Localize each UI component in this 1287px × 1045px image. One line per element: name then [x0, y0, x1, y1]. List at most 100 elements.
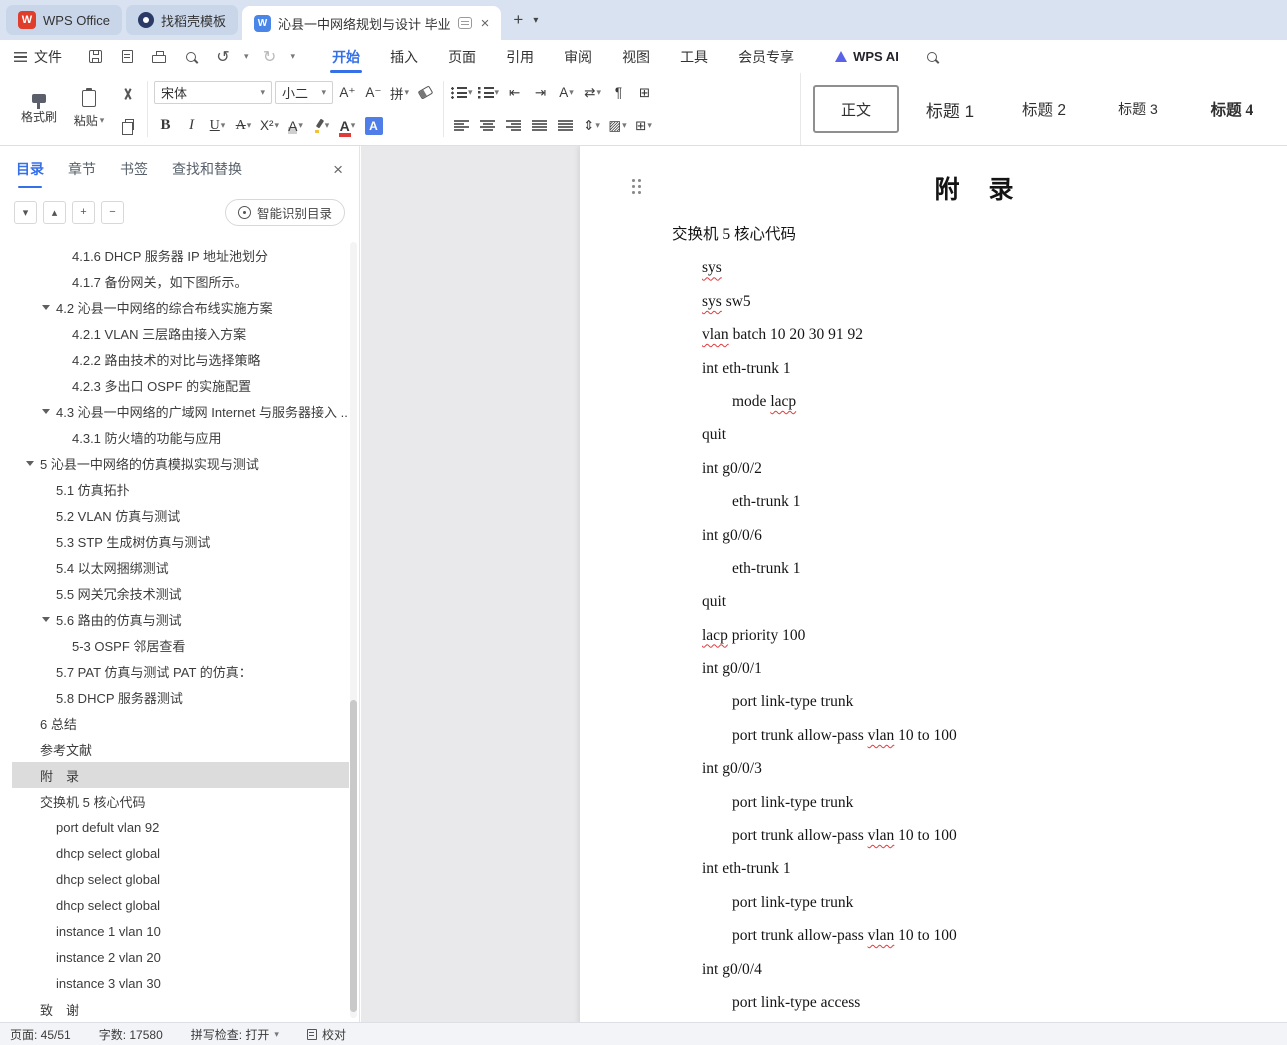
search-button[interactable] [921, 46, 943, 68]
doc-line[interactable]: quit [580, 585, 1287, 618]
style-heading-4[interactable]: 标题 4 [1189, 85, 1275, 133]
doc-line[interactable]: int g0/0/2 [580, 452, 1287, 485]
doc-line[interactable]: mode lacp [580, 385, 1287, 418]
save-button[interactable] [84, 46, 106, 68]
doc-line[interactable]: eth-trunk 1 [580, 485, 1287, 518]
toc-expand-arrow-icon[interactable] [42, 616, 56, 622]
toc-item[interactable]: 4.1.6 DHCP 服务器 IP 地址池划分 [12, 242, 349, 268]
menu-tab-reference[interactable]: 引用 [491, 40, 549, 73]
style-normal[interactable]: 正文 [813, 85, 899, 133]
toc-item[interactable]: 4.2 沁县一中网络的综合布线实施方案 [12, 294, 349, 320]
doc-line[interactable]: sys sw5 [580, 285, 1287, 318]
doc-line[interactable]: port trunk allow-pass vlan 10 to 100 [580, 919, 1287, 952]
highlight-pen-button[interactable]: ▾ [310, 114, 333, 138]
toc-item[interactable]: instance 2 vlan 20 [12, 944, 349, 970]
toc-item[interactable]: 5.2 VLAN 仿真与测试 [12, 502, 349, 528]
toc-item[interactable]: 4.2.3 多出口 OSPF 的实施配置 [12, 372, 349, 398]
align-right-button[interactable] [502, 114, 525, 138]
undo-button[interactable]: ↺ [212, 46, 234, 68]
toc-expand-arrow-icon[interactable] [42, 304, 56, 310]
numbered-list-button[interactable]: ▾ [477, 81, 501, 105]
doc-line[interactable]: quit [580, 418, 1287, 451]
toc-item[interactable]: 5.3 STP 生成树仿真与测试 [12, 528, 349, 554]
toc-item[interactable]: dhcp select global [12, 866, 349, 892]
sidebar-tab-catalog[interactable]: 目录 [16, 155, 44, 188]
doc-line[interactable]: int eth-trunk 1 [580, 352, 1287, 385]
underline-button[interactable]: U ▾ [206, 114, 229, 138]
toc-item[interactable]: dhcp select global [12, 840, 349, 866]
toc-item[interactable]: 附 录 [12, 762, 349, 788]
doc-line[interactable]: port trunk allow-pass vlan 10 to 100 [580, 719, 1287, 752]
toc-item[interactable]: 5 沁县一中网络的仿真模拟实现与测试 [12, 450, 349, 476]
align-justify-button[interactable] [528, 114, 551, 138]
char-shading-button[interactable]: A ▾ [284, 114, 307, 138]
doc-line[interactable]: port link-type access [580, 986, 1287, 1019]
shading-button[interactable]: ▨ ▾ [606, 114, 629, 138]
document-heading[interactable]: 附 录 [580, 170, 1287, 206]
menu-tab-home[interactable]: 开始 [317, 40, 375, 73]
menu-tab-view[interactable]: 视图 [607, 40, 665, 73]
toc-item[interactable]: 4.2.2 路由技术的对比与选择策略 [12, 346, 349, 372]
menu-tab-insert[interactable]: 插入 [375, 40, 433, 73]
show-marks-button[interactable]: ¶ [607, 81, 630, 105]
toc-item[interactable]: dhcp select global [12, 892, 349, 918]
font-color-button[interactable]: A ▾ [336, 114, 359, 138]
export-button[interactable] [116, 46, 138, 68]
menu-tab-page-layout[interactable]: 页面 [433, 40, 491, 73]
menu-tab-review[interactable]: 审阅 [549, 40, 607, 73]
borders-button[interactable]: ⊞ ▾ [632, 114, 655, 138]
menu-tab-tools[interactable]: 工具 [665, 40, 723, 73]
pinyin-tool-button[interactable]: 拼 ▾ [388, 81, 411, 105]
toc-item[interactable]: 5.6 路由的仿真与测试 [12, 606, 349, 632]
superscript-button[interactable]: X² ▾ [258, 114, 281, 138]
doc-line[interactable]: port link-type trunk [580, 886, 1287, 919]
doc-line[interactable]: eth-trunk 1 [580, 552, 1287, 585]
style-heading-1[interactable]: 标题 1 [907, 85, 993, 133]
toc-item[interactable]: 参考文献 [12, 736, 349, 762]
zoom-in-button[interactable]: + [72, 200, 95, 224]
smart-toc-button[interactable]: 智能识别目录 [224, 198, 345, 226]
sidebar-tab-bookmark[interactable]: 书签 [120, 155, 148, 183]
sidebar-tab-find-replace[interactable]: 查找和替换 [172, 155, 242, 183]
paste-button[interactable]: 粘贴 ▾ [66, 87, 112, 129]
wps-ai-button[interactable]: WPS AI [835, 49, 899, 64]
text-effect-button[interactable]: A ▾ [555, 81, 578, 105]
toc-item[interactable]: 5.7 PAT 仿真与测试 PAT 的仿真： [12, 658, 349, 684]
tab-docer-template[interactable]: 找稻壳模板 [125, 5, 238, 35]
print-preview-button[interactable] [180, 46, 202, 68]
toc-item[interactable]: 4.1.7 备份网关，如下图所示。 [12, 268, 349, 294]
redo-button[interactable]: ↻ [259, 46, 281, 68]
font-size-select[interactable]: 小二 ▾ [275, 81, 333, 104]
toc-expand-arrow-icon[interactable] [42, 408, 56, 414]
doc-line[interactable]: int g0/0/3 [580, 752, 1287, 785]
toc-item[interactable]: 5.5 网关冗余技术测试 [12, 580, 349, 606]
cut-button[interactable] [116, 82, 139, 106]
font-name-select[interactable]: 宋体 ▾ [154, 81, 272, 104]
toc-item[interactable]: 4.2.1 VLAN 三层路由接入方案 [12, 320, 349, 346]
char-highlight-button[interactable]: A [362, 114, 385, 138]
toc-item[interactable]: 4.3.1 防火墙的功能与应用 [12, 424, 349, 450]
tab-wps-home[interactable]: W WPS Office [6, 5, 122, 35]
spellcheck-toggle[interactable]: 拼写检查: 打开 ▾ [191, 1026, 279, 1043]
tab-document[interactable]: W 沁县一中网络规划与设计 毕业 × [241, 6, 502, 40]
menu-tab-membership[interactable]: 会员专享 [723, 40, 809, 73]
toc-item[interactable]: 5.4 以太网捆绑测试 [12, 554, 349, 580]
cjk-layout-button[interactable]: ⇄ ▾ [581, 81, 604, 105]
align-distribute-button[interactable] [554, 114, 577, 138]
toc-item[interactable]: 5.1 仿真拓扑 [12, 476, 349, 502]
bullet-list-button[interactable]: ▾ [450, 81, 474, 105]
toc-item[interactable]: 5.8 DHCP 服务器测试 [12, 684, 349, 710]
toc-item[interactable]: instance 3 vlan 30 [12, 970, 349, 996]
format-painter-button[interactable]: 格式刷 [16, 93, 62, 125]
doc-line[interactable]: port link-type trunk [580, 685, 1287, 718]
undo-dropdown[interactable]: ▾ [244, 52, 249, 61]
doc-line[interactable]: int eth-trunk 1 [580, 852, 1287, 885]
proofread-button[interactable]: 校对 [306, 1026, 346, 1043]
copy-button[interactable] [116, 112, 139, 136]
file-menu-button[interactable]: 文件 [0, 40, 76, 73]
doc-line[interactable]: sys [580, 251, 1287, 284]
toc-item[interactable]: 6 总结 [12, 710, 349, 736]
doc-line[interactable]: lacp priority 100 [580, 619, 1287, 652]
decrease-indent-button[interactable]: ⇤ [503, 81, 526, 105]
doc-line[interactable]: vlan batch 10 20 30 91 92 [580, 318, 1287, 351]
